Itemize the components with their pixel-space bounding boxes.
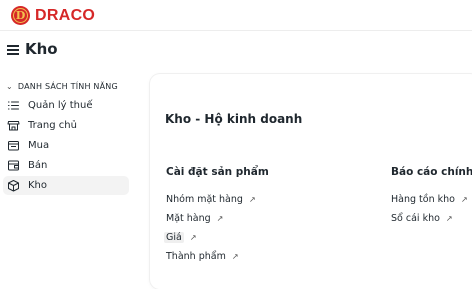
sidebar-item-mua[interactable]: Mua (3, 136, 129, 155)
link-mat-hang[interactable]: Mặt hàng ↗ (166, 209, 269, 228)
page-header: Kho (0, 38, 472, 64)
external-arrow-icon: ↗ (445, 214, 453, 223)
sidebar-item-quan-ly-thue[interactable]: Quản lý thuế (3, 96, 129, 115)
brand-logo[interactable]: D DRACO (11, 6, 95, 25)
sidebar-list: Quản lý thuế Trang chủ Mua Bán Kho (0, 96, 140, 195)
external-arrow-icon: ↗ (231, 252, 239, 261)
link-label: Hàng tồn kho (391, 194, 455, 205)
link-nhom-mat-hang[interactable]: Nhóm mặt hàng ↗ (166, 190, 269, 209)
sidebar-item-kho[interactable]: Kho (3, 176, 129, 195)
workspace-card: Kho - Hộ kinh doanh Cài đặt sản phẩm Nhó… (150, 74, 472, 289)
sidebar-section-header[interactable]: ⌄ DANH SÁCH TÍNH NĂNG (0, 78, 140, 94)
reports-column: Báo cáo chính Hàng tồn kho ↗ Sổ cái kho … (391, 166, 472, 228)
cart-icon (7, 139, 20, 152)
link-hang-ton-kho[interactable]: Hàng tồn kho ↗ (391, 190, 472, 209)
sidebar-item-label: Bán (28, 160, 48, 171)
wallet-icon (7, 159, 20, 172)
sidebar-section-label: DANH SÁCH TÍNH NĂNG (17, 81, 118, 91)
link-label: Sổ cái kho (391, 213, 440, 224)
external-arrow-icon: ↗ (460, 195, 468, 204)
settings-column: Cài đặt sản phẩm Nhóm mặt hàng ↗ Mặt hàn… (164, 166, 269, 266)
list-icon (7, 99, 20, 112)
link-gia[interactable]: Giá ↗ (164, 228, 269, 247)
sidebar-item-label: Mua (28, 140, 50, 151)
sidebar-item-trang-chu[interactable]: Trang chủ (3, 116, 129, 135)
column-heading: Báo cáo chính (391, 166, 472, 178)
sidebar-item-label: Kho (28, 180, 48, 191)
column-heading: Cài đặt sản phẩm (166, 166, 269, 178)
box-icon (7, 179, 20, 192)
external-arrow-icon: ↗ (248, 195, 256, 204)
logo-mark-icon: D (11, 6, 30, 25)
brand-name: DRACO (35, 6, 96, 24)
link-label: Mặt hàng (166, 213, 211, 224)
store-icon (7, 119, 20, 132)
hamburger-icon[interactable] (7, 45, 19, 55)
external-arrow-icon: ↗ (189, 233, 197, 242)
chevron-down-icon: ⌄ (6, 81, 13, 91)
link-label: Thành phẩm (166, 251, 226, 262)
sidebar-item-ban[interactable]: Bán (3, 156, 129, 175)
link-label: Giá (164, 232, 184, 243)
link-so-cai-kho[interactable]: Sổ cái kho ↗ (391, 209, 472, 228)
page-title: Kho (25, 40, 58, 58)
sidebar-item-label: Quản lý thuế (28, 100, 93, 111)
link-label: Nhóm mặt hàng (166, 194, 243, 205)
external-arrow-icon: ↗ (216, 214, 224, 223)
sidebar-item-label: Trang chủ (28, 120, 77, 131)
link-thanh-pham[interactable]: Thành phẩm ↗ (166, 247, 269, 266)
card-title: Kho - Hộ kinh doanh (165, 112, 303, 126)
sidebar: ⌄ DANH SÁCH TÍNH NĂNG Quản lý thuế Trang… (0, 78, 140, 196)
logo-letter: D (15, 9, 26, 22)
top-navbar: D DRACO (0, 0, 472, 31)
